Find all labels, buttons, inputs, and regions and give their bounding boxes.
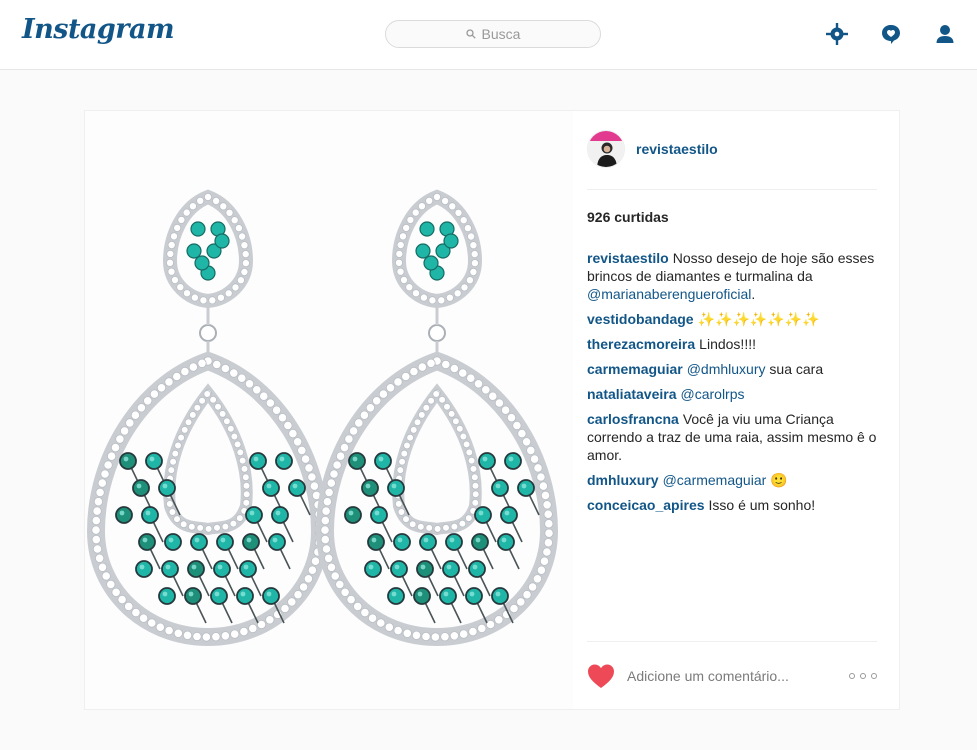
activity-icon[interactable] [879, 22, 903, 46]
comment-mention[interactable]: @dmhluxury [687, 361, 766, 377]
search-box[interactable]: Busca [385, 20, 601, 48]
avatar[interactable] [587, 130, 625, 168]
comment-item: therezacmoreira Lindos!!!! [587, 335, 877, 353]
earrings-photo [86, 189, 559, 647]
add-comment-input[interactable] [627, 668, 849, 684]
post-image[interactable] [85, 111, 573, 709]
comment-item: nataliataveira @carolrps [587, 385, 877, 403]
comment-item: vestidobandage ✨✨✨✨✨✨✨ [587, 310, 877, 328]
comment-mention[interactable]: @carmemaguiar [663, 472, 767, 488]
comment-item: carmemaguiar @dmhluxury sua cara [587, 360, 877, 378]
divider [587, 641, 877, 642]
dot [860, 673, 866, 679]
comment-bar [587, 663, 877, 689]
likes-count[interactable]: 926 curtidas [587, 209, 669, 225]
comment-suffix: . [751, 286, 756, 302]
post-sidebar: revistaestilo 926 curtidas revistaestilo… [587, 111, 877, 709]
comment-username[interactable]: carmemaguiar [587, 361, 683, 377]
owner-username[interactable]: revistaestilo [636, 141, 718, 157]
more-options-icon[interactable] [849, 671, 877, 681]
comment-username[interactable]: carlosfrancna [587, 411, 679, 427]
search-icon [465, 29, 476, 39]
comment-username[interactable]: revistaestilo [587, 250, 669, 266]
comment-mention[interactable]: @carolrps [681, 386, 745, 402]
comment-item: revistaestilo Nosso desejo de hoje são es… [587, 249, 877, 303]
comment-username[interactable]: dmhluxury [587, 472, 659, 488]
top-nav-bar: Instagram Busca [0, 0, 977, 70]
comment-username[interactable]: therezacmoreira [587, 336, 695, 352]
comment-username[interactable]: conceicao_apires [587, 497, 705, 513]
dot [871, 673, 877, 679]
comment-item: dmhluxury @carmemaguiar 🙂 [587, 471, 877, 489]
comment-text: Lindos!!!! [699, 336, 756, 352]
post-card: revistaestilo 926 curtidas revistaestilo… [84, 110, 900, 710]
comment-text: 🙂 [770, 472, 788, 488]
profile-icon[interactable] [933, 22, 957, 46]
comment-text: Isso é um sonho! [708, 497, 816, 513]
comment-item: carlosfrancna Você ja viu uma Criança cor… [587, 410, 877, 464]
comment-text: sua cara [769, 361, 824, 377]
divider [587, 189, 877, 190]
search-placeholder: Busca [481, 26, 521, 42]
comment-username[interactable]: nataliataveira [587, 386, 677, 402]
comments-list: revistaestilo Nosso desejo de hoje são es… [587, 249, 877, 521]
comment-mention[interactable]: @marianaberengueroficial [587, 286, 751, 302]
explore-icon[interactable] [825, 22, 849, 46]
dot [849, 673, 855, 679]
instagram-logo[interactable]: Instagram [22, 14, 175, 45]
comment-username[interactable]: vestidobandage [587, 311, 694, 327]
post-owner: revistaestilo [587, 129, 718, 169]
comment-text: ✨✨✨✨✨✨✨ [697, 311, 820, 327]
like-heart-icon[interactable] [587, 663, 615, 689]
comment-item: conceicao_apires Isso é um sonho! [587, 496, 877, 514]
